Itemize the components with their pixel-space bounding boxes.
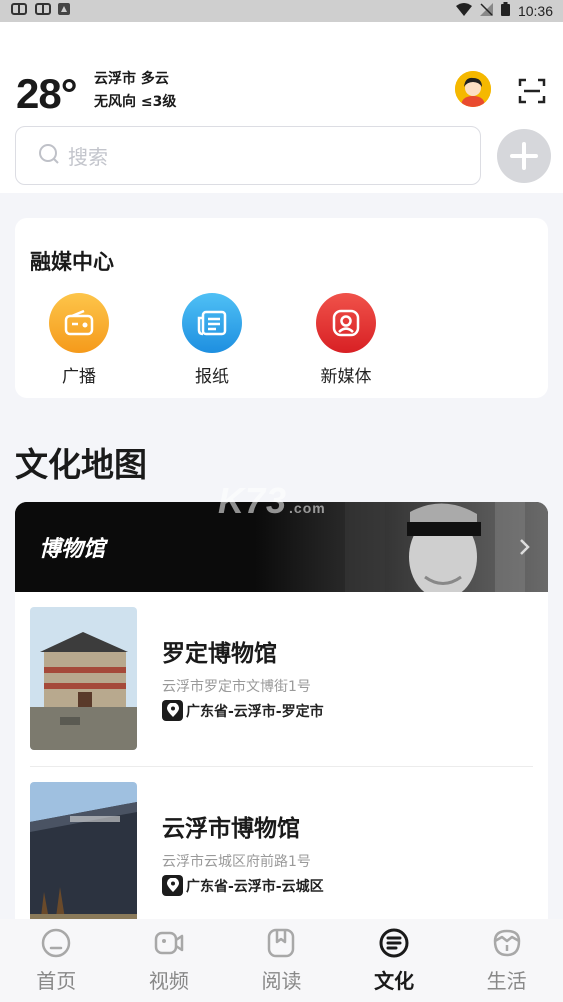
wifi-icon bbox=[455, 2, 472, 20]
weather-location: 云浮市 多云 bbox=[94, 71, 169, 87]
list-item[interactable]: 云浮市博物馆 云浮市云城区府前路1号 广东省-云浮市-云城区 bbox=[15, 767, 548, 919]
signal-icon bbox=[479, 2, 493, 20]
search-placeholder: 搜索 bbox=[68, 145, 108, 169]
header: 28° 云浮市 多云 无风向 ≤3级 搜索 bbox=[0, 22, 563, 193]
museum-address: 云浮市云城区府前路1号 bbox=[162, 854, 311, 870]
tab-label: 首页 bbox=[36, 969, 77, 993]
tab-label: 视频 bbox=[148, 969, 189, 993]
tab-culture[interactable]: 文化 bbox=[338, 919, 451, 1002]
life-icon bbox=[493, 929, 520, 957]
home-icon bbox=[42, 928, 71, 958]
watermark: K73 .com bbox=[218, 480, 326, 521]
tab-reading[interactable]: 阅读 bbox=[225, 919, 338, 1002]
museum-photo bbox=[30, 607, 137, 750]
tab-label: 生活 bbox=[486, 969, 527, 993]
notification-icon bbox=[10, 2, 28, 20]
museum-photo bbox=[30, 782, 137, 919]
status-bar: 10:36 bbox=[0, 0, 563, 22]
museum-address: 云浮市罗定市文博街1号 bbox=[162, 679, 311, 695]
chevron-right-icon bbox=[518, 538, 530, 560]
avatar[interactable] bbox=[455, 71, 491, 107]
reading-icon bbox=[268, 928, 295, 958]
tab-label: 文化 bbox=[374, 969, 415, 993]
media-item-label: 报纸 bbox=[195, 367, 229, 387]
search-icon bbox=[38, 143, 60, 169]
tab-life[interactable]: 生活 bbox=[450, 919, 563, 1002]
media-item-label: 新媒体 bbox=[320, 367, 372, 387]
tab-video[interactable]: 视频 bbox=[113, 919, 226, 1002]
video-icon bbox=[154, 931, 184, 955]
scan-icon[interactable] bbox=[518, 77, 546, 105]
new-media-icon bbox=[316, 293, 376, 353]
banner-title: 博物馆 bbox=[39, 537, 106, 562]
plus-icon bbox=[510, 142, 538, 170]
media-item-new-media[interactable]: 新媒体 bbox=[301, 293, 391, 387]
media-center-card: 融媒中心 广播 报纸 新媒体 bbox=[15, 218, 548, 398]
tab-label: 阅读 bbox=[261, 969, 302, 993]
museum-region: 广东省-云浮市-云城区 bbox=[186, 878, 324, 895]
newspaper-icon bbox=[182, 293, 242, 353]
media-center-title: 融媒中心 bbox=[30, 250, 114, 274]
user-avatar-icon bbox=[455, 71, 491, 107]
media-item-radio[interactable]: 广播 bbox=[34, 293, 124, 387]
culture-map-title: 文化地图 bbox=[15, 445, 147, 484]
weather-info: 云浮市 多云 无风向 ≤3级 bbox=[94, 68, 176, 114]
notification-icon bbox=[34, 2, 52, 20]
media-item-newspaper[interactable]: 报纸 bbox=[167, 293, 257, 387]
search-input[interactable]: 搜索 bbox=[15, 126, 481, 185]
museum-region: 广东省-云浮市-罗定市 bbox=[186, 703, 324, 720]
museum-name: 云浮市博物馆 bbox=[162, 816, 300, 842]
list-item[interactable]: 罗定博物馆 云浮市罗定市文博街1号 广东省-云浮市-罗定市 bbox=[15, 592, 548, 767]
museum-list: 罗定博物馆 云浮市罗定市文博街1号 广东省-云浮市-罗定市 云浮市博物馆 云浮市… bbox=[15, 592, 548, 919]
bottom-tab-bar: 首页 视频 阅读 文化 生活 bbox=[0, 919, 563, 1002]
museum-region-tag: 广东省-云浮市-罗定市 bbox=[162, 700, 324, 721]
museum-name: 罗定博物馆 bbox=[162, 641, 277, 667]
culture-icon bbox=[379, 928, 409, 958]
location-pin-icon bbox=[162, 700, 183, 721]
battery-icon bbox=[500, 2, 510, 20]
tab-home[interactable]: 首页 bbox=[0, 919, 113, 1002]
add-button[interactable] bbox=[497, 129, 551, 183]
app-notification-icon bbox=[58, 3, 70, 19]
media-item-label: 广播 bbox=[62, 367, 96, 387]
temperature: 28° bbox=[16, 70, 78, 117]
location-pin-icon bbox=[162, 875, 183, 896]
radio-icon bbox=[49, 293, 109, 353]
status-time: 10:36 bbox=[517, 3, 553, 19]
museum-region-tag: 广东省-云浮市-云城区 bbox=[162, 875, 324, 896]
weather-wind: 无风向 ≤3级 bbox=[94, 94, 177, 110]
